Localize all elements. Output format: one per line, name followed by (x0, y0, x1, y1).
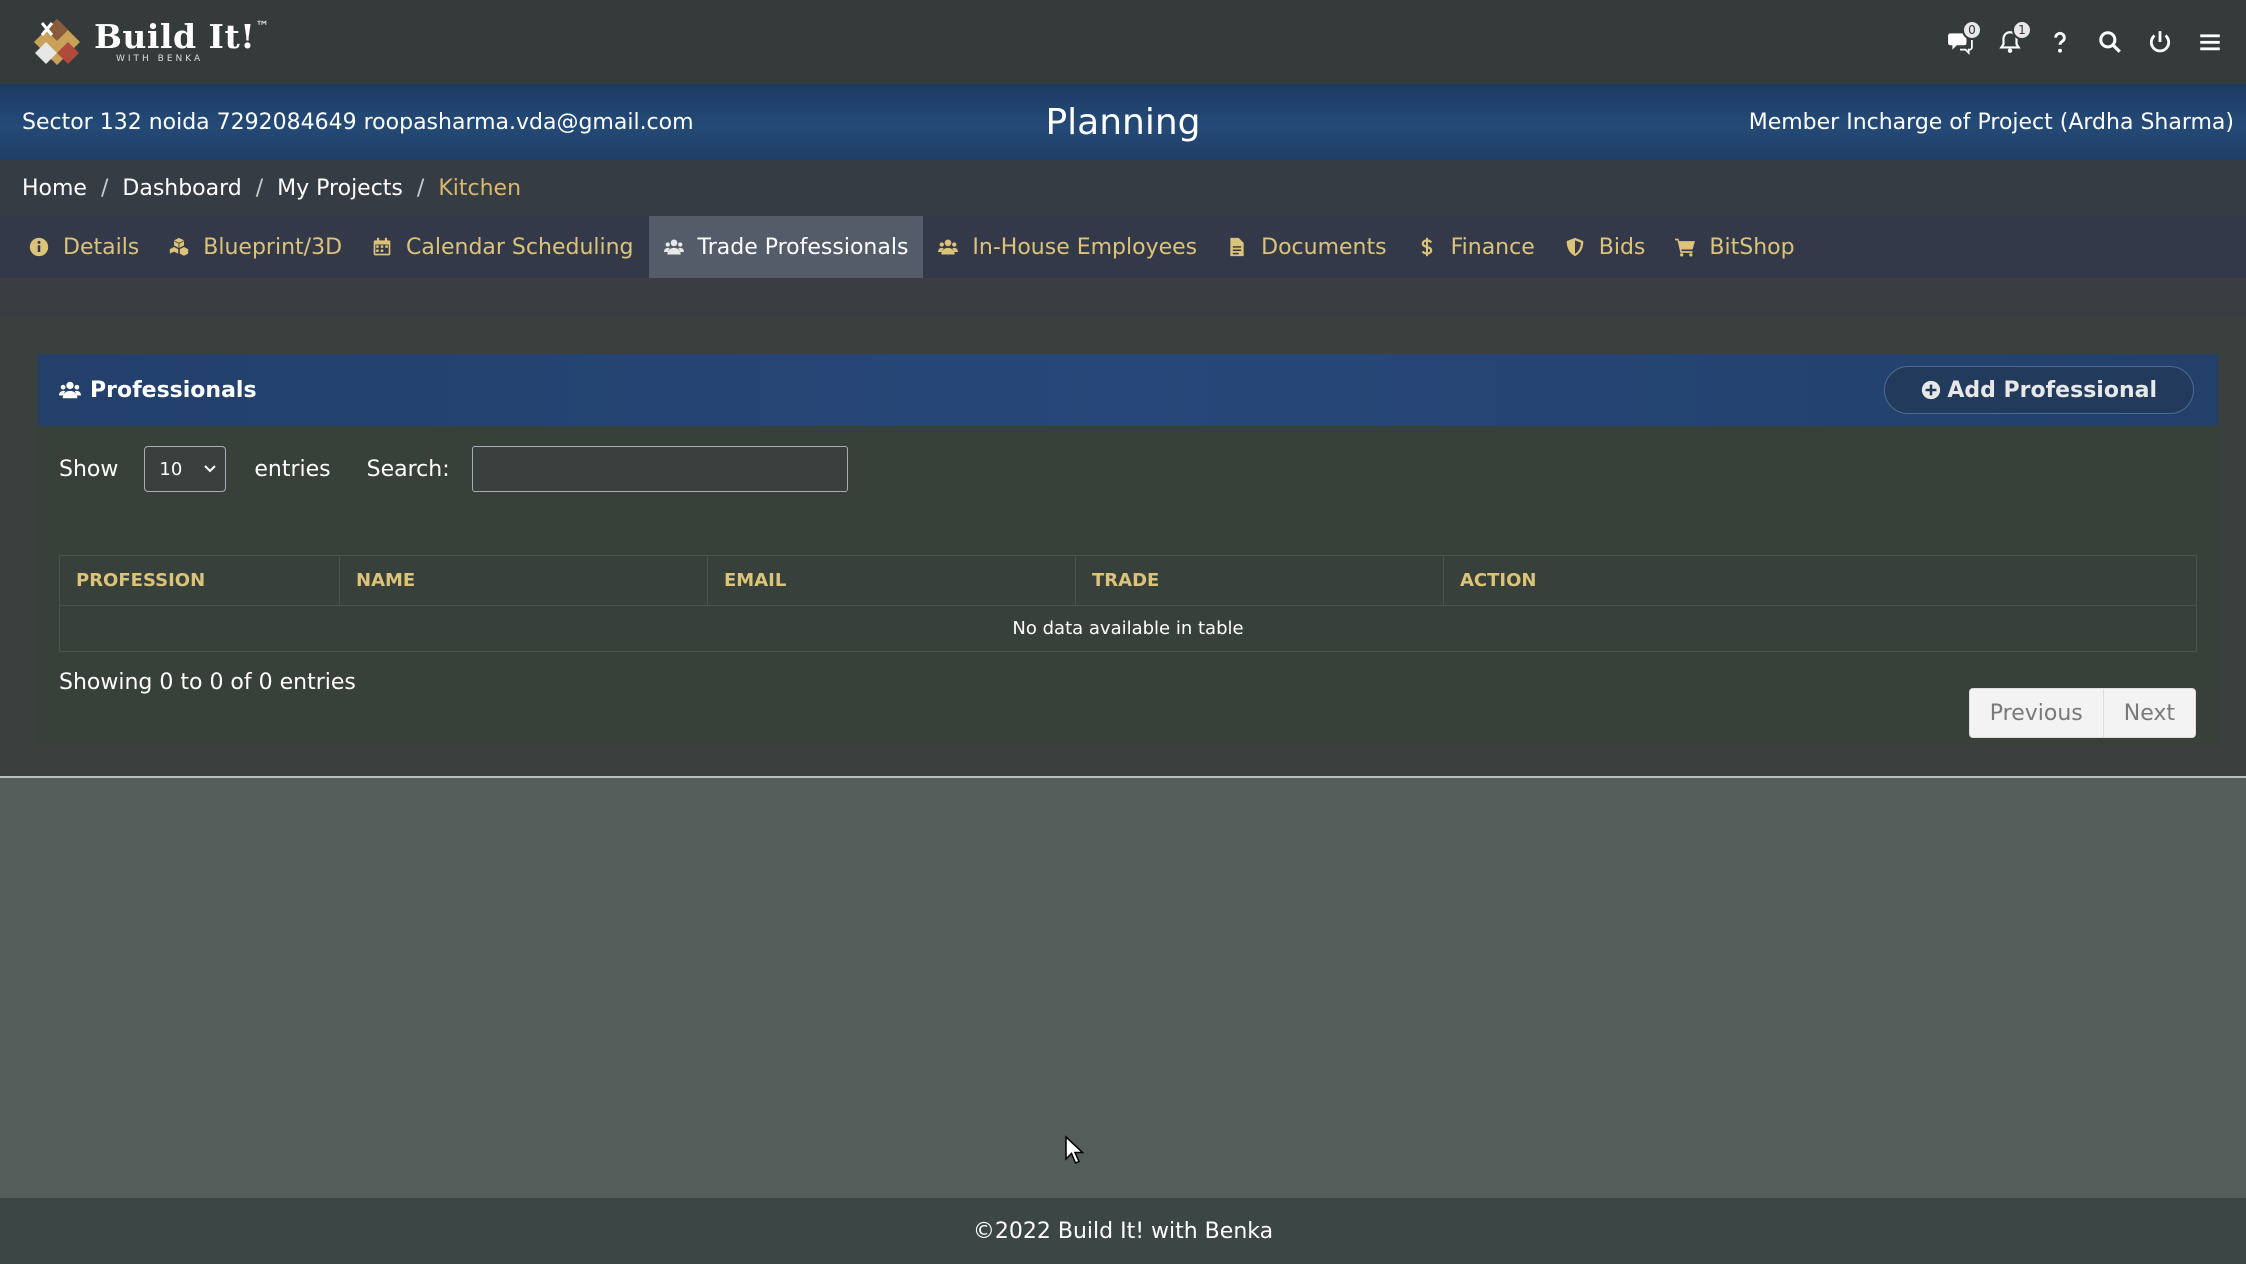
project-tabs: Details Blueprint/3D Calendar Scheduling… (0, 216, 2246, 278)
next-button[interactable]: Next (2103, 688, 2196, 738)
tab-details[interactable]: Details (14, 216, 154, 278)
breadcrumb-separator: / (255, 175, 264, 201)
users-icon (663, 239, 684, 255)
show-label: Show (59, 456, 119, 482)
main-content: Professionals Add Professional Show 10 e… (0, 316, 2246, 777)
logo-tm: ™ (255, 19, 270, 35)
project-member: Member Incharge of Project (Ardha Sharma… (1748, 109, 2234, 135)
search-icon[interactable] (2096, 28, 2124, 56)
tab-label: Blueprint/3D (203, 234, 343, 260)
footer-copyright: ©2022 Build It! with Benka (972, 1218, 1274, 1244)
professionals-card: Professionals Add Professional Show 10 e… (38, 354, 2218, 744)
tab-label: Calendar Scheduling (406, 234, 634, 260)
tab-label: Documents (1261, 234, 1387, 260)
previous-button[interactable]: Previous (1968, 688, 2104, 738)
tab-calendar-scheduling[interactable]: Calendar Scheduling (357, 216, 649, 278)
bell-icon[interactable]: 1 (1996, 20, 2032, 56)
mouse-cursor-icon (1065, 1135, 1085, 1164)
professionals-table: PROFESSION NAME EMAIL TRADE ACTION No da… (59, 555, 2197, 652)
footer: ©2022 Build It! with Benka (0, 1198, 2246, 1264)
users-icon (59, 381, 81, 399)
users-icon (938, 239, 959, 255)
search-input[interactable] (471, 446, 848, 492)
project-header: Sector 132 noida 7292084649 roopasharma.… (0, 84, 2246, 160)
logo-title: Build It! (94, 17, 256, 56)
tab-blueprint-3d[interactable]: Blueprint/3D (154, 216, 357, 278)
cubes-icon (170, 237, 189, 256)
tab-label: Details (63, 234, 140, 260)
card-header: Professionals Add Professional (38, 354, 2218, 426)
search-label: Search: (366, 456, 450, 482)
page-size-value: 10 (159, 458, 183, 480)
power-icon[interactable] (2146, 28, 2174, 56)
tab-trade-professionals[interactable]: Trade Professionals (648, 216, 924, 278)
plus-circle-icon (1922, 380, 1941, 400)
pagination: Previous Next (1968, 688, 2196, 738)
top-navbar: Build It!™ WITH BENKA 0 1 (0, 0, 2246, 84)
table-info: Showing 0 to 0 of 0 entries (59, 670, 356, 695)
tab-label: Bids (1598, 234, 1646, 260)
tab-bids[interactable]: Bids (1550, 216, 1661, 278)
column-email[interactable]: EMAIL (707, 555, 1076, 606)
add-professional-button[interactable]: Add Professional (1884, 366, 2194, 414)
tab-bitshop[interactable]: BitShop (1660, 216, 1809, 278)
cart-icon (1675, 238, 1696, 257)
breadcrumb: Home / Dashboard / My Projects / Kitchen (0, 160, 2246, 216)
breadcrumb-separator: / (416, 175, 425, 201)
breadcrumb-current: Kitchen (438, 175, 522, 201)
breadcrumb-dashboard[interactable]: Dashboard (122, 176, 241, 201)
logo[interactable]: Build It!™ WITH BENKA (28, 13, 269, 71)
chat-icon[interactable]: 0 (1946, 20, 1982, 56)
tab-finance[interactable]: Finance (1402, 216, 1550, 278)
breadcrumb-my-projects[interactable]: My Projects (277, 176, 403, 201)
file-icon (1230, 237, 1244, 257)
table-header-row: PROFESSION NAME EMAIL TRADE ACTION (59, 555, 2197, 606)
empty-table-message: No data available in table (59, 605, 2197, 652)
tab-label: Trade Professionals (697, 234, 909, 260)
menu-icon[interactable] (2196, 28, 2224, 56)
column-action[interactable]: ACTION (1443, 555, 2197, 606)
content-divider (0, 776, 2246, 778)
breadcrumb-separator: / (100, 175, 109, 201)
card-title: Professionals (90, 377, 257, 403)
table-controls: Show 10 entries Search: (59, 446, 848, 492)
logo-subtitle: WITH BENKA (116, 54, 204, 64)
tab-in-house-employees[interactable]: In-House Employees (923, 216, 1212, 278)
bell-badge: 1 (2012, 20, 2032, 40)
calendar-icon (373, 237, 391, 256)
entries-label: entries (254, 456, 331, 482)
page-size-select[interactable]: 10 (144, 446, 227, 492)
add-professional-label: Add Professional (1947, 377, 2157, 403)
logo-icon (34, 19, 80, 65)
tab-label: In-House Employees (972, 234, 1198, 260)
info-icon (29, 237, 49, 257)
chat-badge: 0 (1962, 20, 1982, 40)
column-profession[interactable]: PROFESSION (59, 555, 340, 606)
column-trade[interactable]: TRADE (1075, 555, 1444, 606)
tab-label: BitShop (1709, 234, 1795, 260)
table-row: No data available in table (59, 605, 2197, 652)
help-icon[interactable] (2046, 28, 2074, 56)
project-info: Sector 132 noida 7292084649 roopasharma.… (22, 109, 694, 135)
column-name[interactable]: NAME (339, 555, 708, 606)
tab-documents[interactable]: Documents (1212, 216, 1401, 278)
tab-label: Finance (1450, 234, 1535, 260)
dollar-icon (1421, 237, 1432, 257)
shield-icon (1566, 237, 1584, 257)
tab-spacer (0, 278, 2246, 316)
breadcrumb-home[interactable]: Home (22, 176, 87, 201)
chevron-down-icon (204, 465, 217, 473)
